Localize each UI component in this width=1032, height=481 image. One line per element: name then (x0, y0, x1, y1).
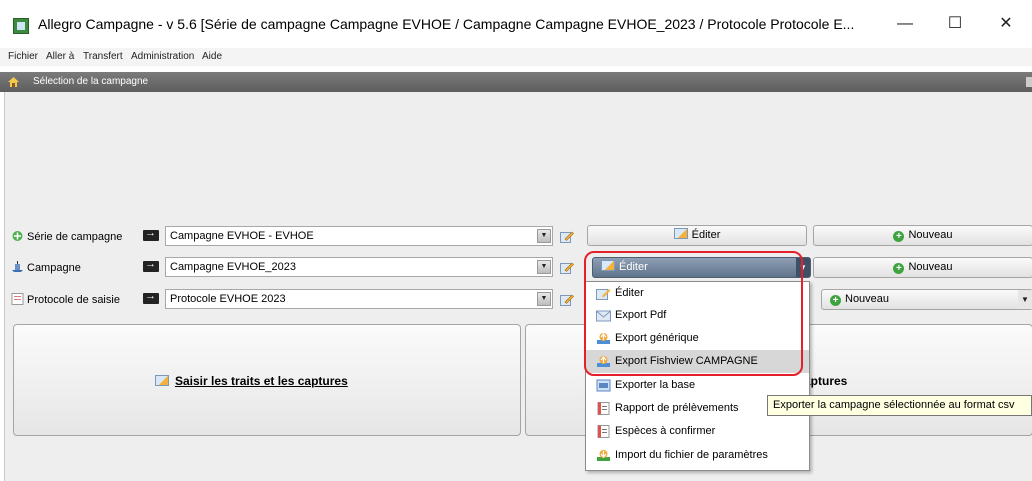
secondary-capture-label: aptures (804, 374, 848, 388)
edit-serie-button[interactable]: Éditer (587, 225, 807, 246)
menu-item-label: Espèces à confirmer (615, 425, 716, 437)
menu-item-label: Import du fichier de paramètres (615, 449, 768, 461)
edit-icon (673, 228, 688, 239)
title-bar: Allegro Campagne - v 5.6 [Série de campa… (0, 0, 1032, 48)
chevron-down-icon[interactable]: ▼ (1018, 290, 1032, 309)
maximize-button[interactable]: ☐ (940, 11, 970, 37)
database-icon (596, 379, 611, 392)
tooltip: Exporter la campagne sélectionnée au for… (767, 395, 1032, 416)
protocole-icon (11, 293, 24, 305)
section-header: Sélection de la campagne (0, 72, 1032, 92)
import-icon (597, 450, 610, 461)
section-title: Sélection de la campagne (33, 76, 149, 87)
menu-aide[interactable]: Aide (202, 51, 222, 62)
saisir-traits-label: Saisir les traits et les captures (175, 374, 348, 388)
protocole-label-text: Protocole de saisie (27, 294, 120, 306)
close-button[interactable]: ✕ (991, 11, 1021, 37)
app-icon (13, 18, 29, 34)
chevron-down-icon[interactable]: ▼ (537, 229, 551, 243)
serie-combo[interactable]: Campagne EVHOE - EVHOE ▼ (165, 226, 553, 246)
protocole-label: Protocole de saisie (11, 293, 120, 306)
new-campagne-label: Nouveau (908, 261, 953, 273)
edit-icon (155, 375, 169, 386)
menu-fichier[interactable]: Fichier (8, 51, 38, 62)
campagne-icon (12, 261, 23, 272)
serie-label-text: Série de campagne (27, 231, 123, 243)
plus-icon: + (830, 295, 841, 306)
menu-item-especes-confirmer[interactable]: Espèces à confirmer (586, 420, 809, 443)
campagne-label: Campagne (11, 261, 81, 274)
protocole-combo-value: Protocole EVHOE 2023 (170, 293, 286, 305)
plus-icon: + (893, 231, 905, 242)
edit-campagne-icon[interactable] (560, 261, 574, 274)
edit-serie-icon[interactable] (560, 230, 574, 243)
new-protocole-button[interactable]: + Nouveau ▼ (821, 289, 1032, 310)
window-title: Allegro Campagne - v 5.6 [Série de campa… (38, 16, 855, 32)
menu-item-exporter-base[interactable]: Exporter la base (586, 374, 809, 397)
edit-protocole-icon[interactable] (560, 293, 574, 306)
panel-icon[interactable] (1026, 77, 1032, 87)
highlight-annotation (584, 251, 803, 376)
home-icon (8, 77, 19, 87)
campagne-combo[interactable]: Campagne EVHOE_2023 ▼ (165, 257, 553, 277)
serie-combo-value: Campagne EVHOE - EVHOE (170, 230, 314, 242)
new-serie-label: Nouveau (908, 229, 953, 241)
new-campagne-button[interactable]: + Nouveau (813, 257, 1032, 278)
goto-serie-icon[interactable] (143, 227, 159, 241)
menu-bar: Fichier Aller à Transfert Administration… (0, 48, 1032, 66)
report-icon (597, 402, 610, 415)
main-content: Série de campagne Campagne EVHOE - EVHOE… (4, 92, 1032, 481)
saisir-traits-button[interactable]: Saisir les traits et les captures (13, 324, 521, 436)
minimize-button[interactable]: — (890, 11, 920, 37)
menu-item-import-parametres[interactable]: Import du fichier de paramètres (586, 444, 809, 467)
plus-icon: + (893, 263, 905, 274)
menu-item-label: Rapport de prélèvements (615, 402, 739, 414)
serie-icon (12, 231, 23, 241)
new-serie-button[interactable]: + Nouveau (813, 225, 1032, 246)
goto-campagne-icon[interactable] (143, 258, 159, 272)
menu-transfert[interactable]: Transfert (83, 51, 123, 62)
edit-serie-label: Éditer (691, 229, 721, 241)
chevron-down-icon[interactable]: ▼ (537, 260, 551, 274)
serie-label: Série de campagne (11, 230, 122, 243)
goto-protocole-icon[interactable] (143, 290, 159, 304)
protocole-combo[interactable]: Protocole EVHOE 2023 ▼ (165, 289, 553, 309)
report-icon (597, 425, 610, 438)
new-protocole-label: Nouveau (845, 293, 890, 305)
menu-administration[interactable]: Administration (131, 51, 194, 62)
chevron-down-icon[interactable]: ▼ (537, 292, 551, 306)
campagne-combo-value: Campagne EVHOE_2023 (170, 261, 296, 273)
campagne-label-text: Campagne (27, 262, 81, 274)
menu-aller[interactable]: Aller à (46, 51, 74, 62)
menu-item-label: Exporter la base (615, 379, 696, 391)
